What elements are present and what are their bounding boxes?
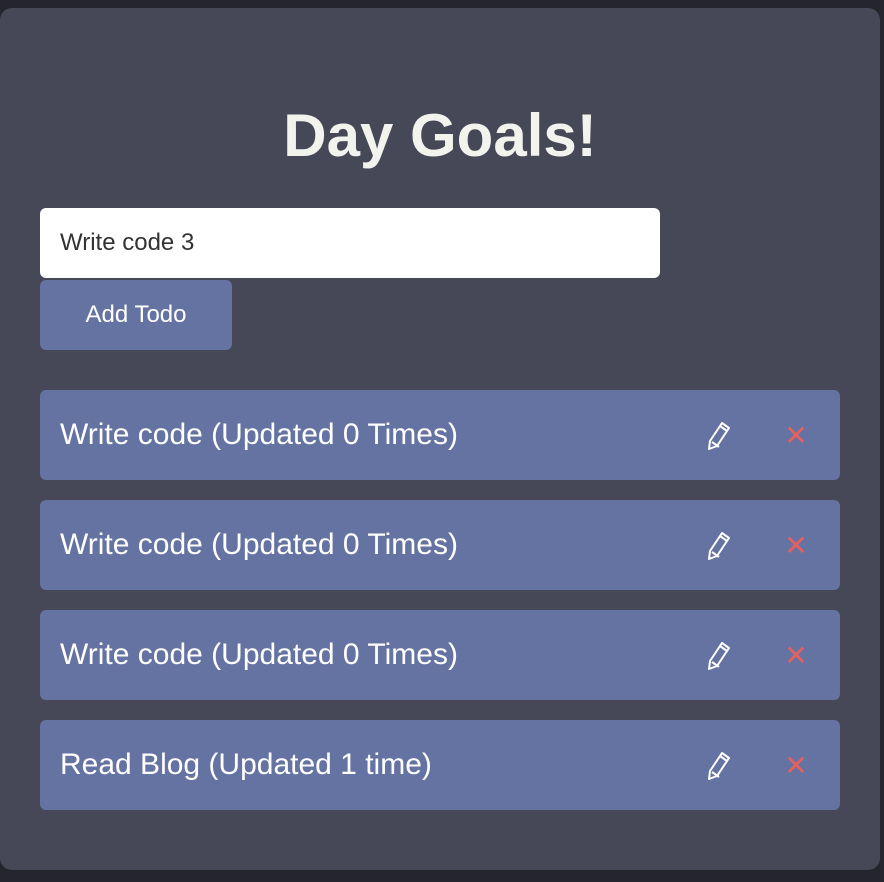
close-icon: ✕ — [784, 418, 808, 452]
todo-text: Write code (Updated 0 Times) — [60, 418, 458, 451]
todo-text: Write code (Updated 0 Times) — [60, 638, 458, 671]
todo-item: Write code (Updated 0 Times) ✕ — [40, 610, 840, 700]
close-icon: ✕ — [784, 638, 808, 672]
edit-button[interactable] — [700, 745, 736, 785]
todo-item: Write code (Updated 0 Times) ✕ — [40, 390, 840, 480]
todo-text: Write code (Updated 0 Times) — [60, 528, 458, 561]
pencil-icon — [708, 752, 730, 780]
todo-card: Day Goals! Add Todo Write code (Updated … — [0, 8, 880, 870]
page-title: Day Goals! — [283, 102, 597, 169]
close-icon: ✕ — [784, 748, 808, 782]
todo-text: Read Blog (Updated 1 time) — [60, 748, 432, 781]
edit-button[interactable] — [700, 525, 736, 565]
edit-button[interactable] — [700, 635, 736, 675]
edit-button[interactable] — [700, 415, 736, 455]
pencil-icon — [708, 532, 730, 560]
pencil-icon — [708, 642, 730, 670]
close-icon: ✕ — [784, 528, 808, 562]
delete-button[interactable]: ✕ — [780, 415, 812, 455]
pencil-icon — [708, 422, 730, 450]
add-todo-button[interactable]: Add Todo — [40, 280, 232, 350]
todo-item: Write code (Updated 0 Times) ✕ — [40, 500, 840, 590]
todo-item: Read Blog (Updated 1 time) ✕ — [40, 720, 840, 810]
delete-button[interactable]: ✕ — [780, 525, 812, 565]
todo-input[interactable] — [40, 208, 660, 278]
todo-list: Write code (Updated 0 Times) ✕ Write cod… — [40, 390, 840, 830]
delete-button[interactable]: ✕ — [780, 745, 812, 785]
delete-button[interactable]: ✕ — [780, 635, 812, 675]
